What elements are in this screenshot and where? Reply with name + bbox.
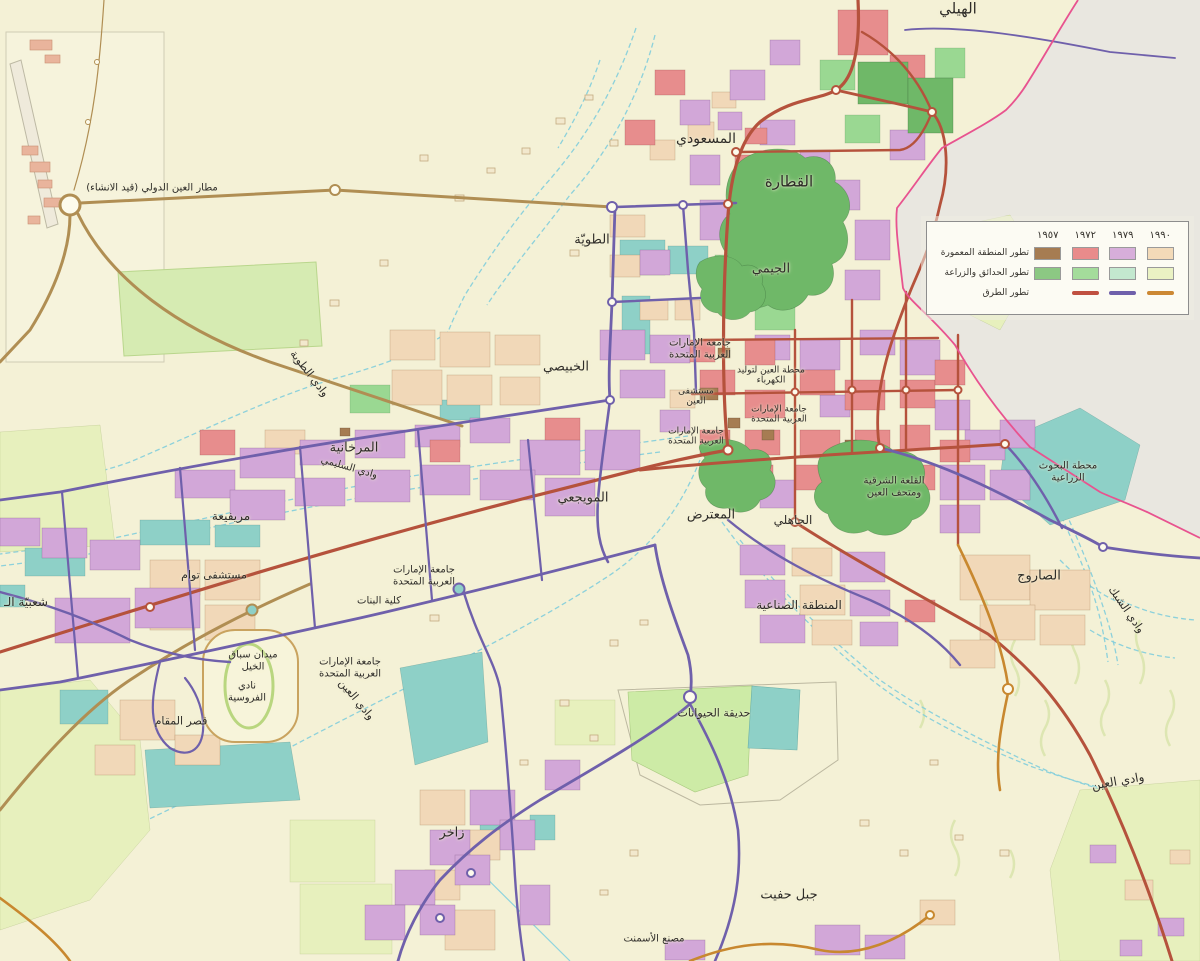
legend-year-1957: ١٩٥٧ [1029,230,1067,241]
legend-row-roads: تطور الطرق [933,283,1179,303]
legend-swatch-gardens-1957 [1034,267,1061,280]
legend-label-roads: تطور الطرق [933,288,1029,298]
legend-years-row: ١٩٥٧ ١٩٧٢ ١٩٧٩ ١٩٩٠ [933,227,1179,243]
legend-swatch-built-1990 [1147,247,1174,260]
racetrack [203,630,298,742]
legend-row-gardens: تطور الحدائق والزراعة [933,263,1179,283]
legend-line-roads-1979 [1109,291,1136,295]
legend-swatch-gardens-1979 [1109,267,1136,280]
legend-line-roads-1972 [1072,291,1099,295]
legend-swatch-built-1957 [1034,247,1061,260]
legend-swatch-built-1972 [1072,247,1099,260]
legend-swatch-built-1979 [1109,247,1136,260]
legend-label-gardens: تطور الحدائق والزراعة [933,268,1029,278]
legend-swatch-gardens-1990 [1147,267,1174,280]
al-ain-development-map: مطار العين الدولي (قيد الانشاء)المسعوديا… [0,0,1200,961]
legend-box: ١٩٥٧ ١٩٧٢ ١٩٧٩ ١٩٩٠ تطور المنطقة المعمور… [926,221,1189,315]
legend-swatch-gardens-1972 [1072,267,1099,280]
legend-row-built: تطور المنطقة المعمورة [933,243,1179,263]
legend-label-built: تطور المنطقة المعمورة [933,248,1029,258]
legend-year-1972: ١٩٧٢ [1067,230,1105,241]
legend-year-1979: ١٩٧٩ [1104,230,1142,241]
legend-year-1990: ١٩٩٠ [1142,230,1180,241]
legend-line-roads-1990 [1147,291,1174,295]
map-canvas [0,0,1200,961]
